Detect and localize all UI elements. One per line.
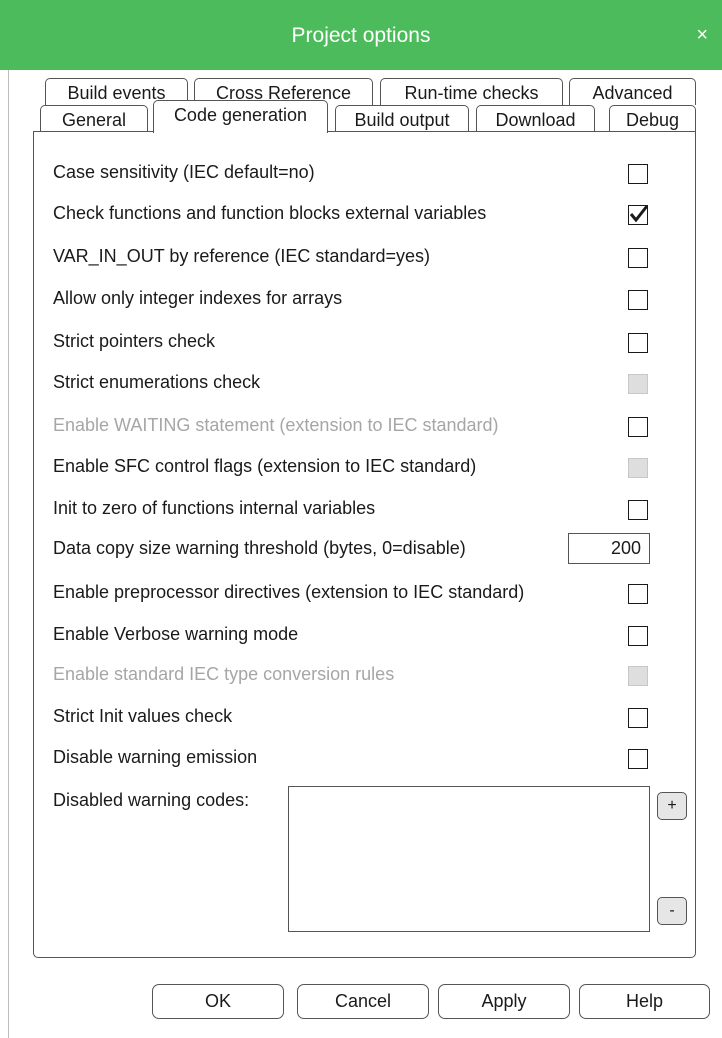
option-checkbox[interactable] bbox=[628, 584, 648, 604]
option-label: Disable warning emission bbox=[53, 747, 258, 767]
option-checkbox bbox=[628, 374, 648, 394]
cancel-button[interactable]: Cancel bbox=[297, 984, 429, 1019]
option-checkbox bbox=[628, 666, 648, 686]
close-icon[interactable]: × bbox=[696, 25, 708, 45]
disabled-warning-codes-list[interactable] bbox=[288, 786, 650, 932]
tab-advanced[interactable]: Advanced bbox=[569, 78, 696, 105]
tab-build-output[interactable]: Build output bbox=[335, 105, 469, 132]
option-label: Enable Verbose warning mode bbox=[53, 624, 299, 644]
option-label: Allow only integer indexes for arrays bbox=[53, 288, 343, 308]
option-checkbox[interactable] bbox=[628, 500, 648, 520]
option-label: Strict pointers check bbox=[53, 331, 216, 351]
apply-button[interactable]: Apply bbox=[438, 984, 570, 1019]
option-checkbox[interactable] bbox=[628, 164, 648, 184]
option-label: Case sensitivity (IEC default=no) bbox=[53, 162, 315, 182]
option-label: Strict enumerations check bbox=[53, 372, 261, 392]
option-label: Init to zero of functions internal varia… bbox=[53, 498, 376, 518]
option-checkbox bbox=[628, 458, 648, 478]
option-checkbox[interactable] bbox=[628, 708, 648, 728]
option-label: Enable preprocessor directives (extensio… bbox=[53, 582, 525, 602]
tab-code-generation[interactable]: Code generation bbox=[153, 100, 328, 133]
remove-warning-code-button[interactable]: - bbox=[657, 897, 687, 925]
option-label: Strict Init values check bbox=[53, 706, 233, 726]
add-warning-code-button[interactable]: + bbox=[657, 792, 687, 820]
tab-download[interactable]: Download bbox=[476, 105, 595, 132]
disabled-warning-codes-label: Disabled warning codes: bbox=[53, 790, 250, 810]
option-label: Check functions and function blocks exte… bbox=[53, 203, 487, 223]
option-label: VAR_IN_OUT by reference (IEC standard=ye… bbox=[53, 246, 430, 266]
option-checkbox[interactable] bbox=[628, 626, 648, 646]
option-label: Enable SFC control flags (extension to I… bbox=[53, 456, 477, 476]
ok-button[interactable]: OK bbox=[152, 984, 284, 1019]
tab-general[interactable]: General bbox=[40, 105, 148, 132]
option-label: Enable WAITING statement (extension to I… bbox=[53, 415, 499, 435]
option-checkbox[interactable] bbox=[628, 248, 648, 268]
option-checkbox[interactable] bbox=[628, 290, 648, 310]
option-label: Enable standard IEC type conversion rule… bbox=[53, 664, 395, 684]
checkmark-icon bbox=[629, 205, 649, 223]
window-border bbox=[8, 70, 9, 1038]
help-button[interactable]: Help bbox=[579, 984, 710, 1019]
option-checkbox[interactable] bbox=[628, 417, 648, 437]
option-checkbox[interactable] bbox=[628, 333, 648, 353]
tab-debug[interactable]: Debug bbox=[609, 105, 696, 132]
data-copy-threshold-input[interactable]: 200 bbox=[568, 533, 650, 564]
window-title: Project options bbox=[291, 24, 431, 47]
option-checkbox[interactable] bbox=[628, 749, 648, 769]
option-checkbox[interactable] bbox=[628, 205, 649, 225]
title-bar: Project options × bbox=[0, 0, 722, 70]
data-copy-threshold-label: Data copy size warning threshold (bytes,… bbox=[53, 538, 466, 558]
tab-run-time-checks[interactable]: Run-time checks bbox=[380, 78, 563, 105]
